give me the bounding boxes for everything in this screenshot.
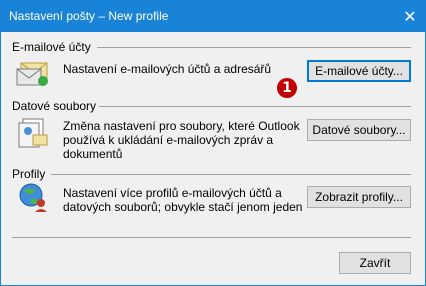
title-bar: Nastavení pošty – New profile ✕ <box>1 1 425 32</box>
close-icon[interactable]: ✕ <box>395 1 425 32</box>
section-description-profiles: Nastavení více profilů e-mailových účtů … <box>63 186 303 214</box>
email-accounts-button[interactable]: E-mailové účty... <box>307 60 411 82</box>
close-button[interactable]: Zavřít <box>339 252 411 274</box>
separator <box>99 106 411 107</box>
section-title-data-files: Datové soubory <box>12 99 97 113</box>
data-files-button[interactable]: Datové soubory... <box>307 119 411 141</box>
show-profiles-button[interactable]: Zobrazit profily... <box>307 186 411 208</box>
separator <box>97 47 411 48</box>
footer-separator <box>12 237 411 238</box>
window-title: Nastavení pošty – New profile <box>9 9 169 23</box>
section-title-email-accounts: E-mailové účty <box>12 40 91 54</box>
mail-setup-dialog: Nastavení pošty – New profile ✕ E-mailov… <box>0 0 426 286</box>
annotation-badge: 1 <box>277 78 297 98</box>
section-title-profiles: Profily <box>12 167 46 181</box>
data-files-icon <box>18 118 48 148</box>
section-description-data-files: Změna nastavení pro soubory, které Outlo… <box>63 119 300 161</box>
email-accounts-icon <box>16 62 48 86</box>
separator <box>51 174 411 175</box>
section-description-email-accounts: Nastavení e-mailových účtů a adresářů <box>63 62 272 76</box>
profiles-icon <box>19 183 47 212</box>
